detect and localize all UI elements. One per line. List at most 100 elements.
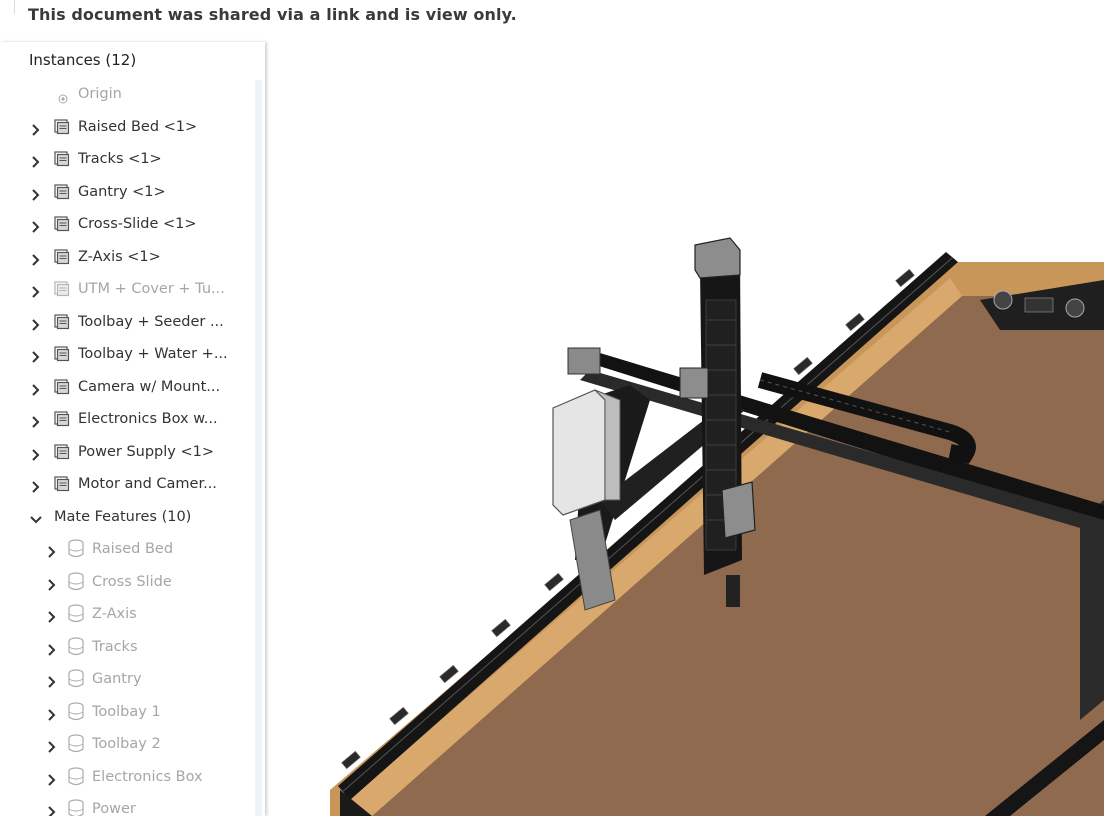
z-axis-motor <box>694 237 741 279</box>
mate-connector-icon <box>67 636 85 657</box>
tree-item-label: Raised Bed <box>92 541 174 557</box>
tree-item-label: Power <box>92 801 136 816</box>
tree-item-mate[interactable]: Power <box>0 794 255 816</box>
chevron-right-icon[interactable] <box>30 251 42 266</box>
tree-item-label: Toolbay + Seeder ... <box>78 313 224 330</box>
chevron-right-icon[interactable] <box>30 153 42 168</box>
tree-item-label: Toolbay + Water +... <box>78 346 228 362</box>
mate-connector-icon <box>67 539 85 559</box>
tree-item-instance[interactable]: Tracks <1> <box>0 144 255 174</box>
tree-item-label: Toolbay 1 <box>92 703 161 720</box>
mate-features-label: Mate Features (10) <box>54 508 192 525</box>
part-icon <box>54 248 70 265</box>
chevron-right-icon[interactable] <box>46 641 58 656</box>
chevron-right-icon[interactable] <box>30 121 42 136</box>
tree-item-instance[interactable]: Camera w/ Mount... <box>0 372 255 402</box>
tree-item-label: UTM + Cover + Tu... <box>78 281 225 297</box>
tree-item-label: Gantry <1> <box>78 183 166 200</box>
tree-item-mate[interactable]: Z-Axis <box>0 599 255 629</box>
tree-item-mate[interactable]: Toolbay 2 <box>0 729 255 759</box>
gantry-motor-left <box>567 347 601 375</box>
instances-panel: Instances (12) Origin Raised Bed <1> Track… <box>0 42 265 816</box>
mate-connector-icon <box>67 571 85 592</box>
part-icon <box>54 118 70 135</box>
chevron-right-icon[interactable] <box>30 316 42 331</box>
tree-item-mate[interactable]: Tracks <box>0 632 255 662</box>
tree-item-instance[interactable]: Toolbay + Seeder ... <box>0 307 255 337</box>
chevron-right-icon[interactable] <box>46 771 58 786</box>
chevron-right-icon[interactable] <box>46 608 58 623</box>
view-only-message: This document was shared via a link and … <box>28 5 517 24</box>
chevron-right-icon[interactable] <box>46 576 58 591</box>
tree-item-label: Camera w/ Mount... <box>78 378 221 395</box>
part-icon <box>54 313 70 330</box>
tree-item-label: Tracks <box>92 638 138 655</box>
tree-item-instance[interactable]: Motor and Camer... <box>0 469 255 499</box>
part-icon <box>54 378 70 395</box>
tree-item-label: Origin <box>78 86 122 102</box>
chevron-right-icon[interactable] <box>46 706 58 721</box>
chevron-right-icon[interactable] <box>30 381 42 396</box>
part-icon <box>54 443 70 460</box>
chevron-right-icon[interactable] <box>30 348 42 363</box>
farmbot-model-render <box>330 237 1104 816</box>
tree-item-instance[interactable]: Electronics Box w... <box>0 404 255 434</box>
tree-item-instance[interactable]: Z-Axis <1> <box>0 242 255 272</box>
chevron-right-icon[interactable] <box>46 673 58 688</box>
tree-group-mate-features[interactable]: Mate Features (10) <box>0 502 255 532</box>
chevron-right-icon[interactable] <box>30 186 42 201</box>
part-icon <box>54 281 70 297</box>
tree-item-label: Motor and Camer... <box>78 476 217 492</box>
panel-scrollbar[interactable] <box>255 80 262 816</box>
chevron-down-icon[interactable] <box>30 511 42 523</box>
banner-corner <box>0 0 15 14</box>
tree-item-label: Raised Bed <1> <box>78 118 198 135</box>
mate-connector-icon <box>67 669 85 689</box>
tree-item-label: Toolbay 2 <box>92 736 161 752</box>
chevron-right-icon[interactable] <box>30 478 42 493</box>
tree-item-mate[interactable]: Electronics Box <box>0 762 255 792</box>
tree-item-label: Cross-Slide <1> <box>78 216 197 232</box>
mate-connector-icon <box>67 604 85 624</box>
instances-header: Instances (12) <box>29 51 137 69</box>
3d-viewport[interactable] <box>267 34 1104 816</box>
tree-item-instance[interactable]: Cross-Slide <1> <box>0 209 255 239</box>
tree-item-mate[interactable]: Gantry <box>0 664 255 694</box>
part-icon <box>54 216 70 232</box>
tree-item-instance[interactable]: Gantry <1> <box>0 177 255 207</box>
origin-icon <box>58 89 68 104</box>
part-icon <box>54 346 70 362</box>
chevron-right-icon[interactable] <box>30 446 42 461</box>
tree-item-label: Z-Axis <box>92 606 137 622</box>
part-icon <box>54 411 70 427</box>
tree-item-label: Electronics Box <box>92 768 203 785</box>
tree-item-instance[interactable]: Power Supply <1> <box>0 437 255 467</box>
chevron-right-icon[interactable] <box>46 738 58 753</box>
tree-item-instance[interactable]: Raised Bed <1> <box>0 112 255 142</box>
tree-item-instance[interactable]: UTM + Cover + Tu... <box>0 274 255 304</box>
mate-connector-icon <box>67 799 85 816</box>
part-icon <box>54 151 70 167</box>
view-only-banner: This document was shared via a link and … <box>0 0 1104 34</box>
tree-item-label: Electronics Box w... <box>78 411 218 427</box>
tree-item-label: Gantry <box>92 671 142 687</box>
gantry-enclosure <box>552 389 606 516</box>
chevron-right-icon[interactable] <box>46 803 58 816</box>
tree-item-instance[interactable]: Toolbay + Water +... <box>0 339 255 369</box>
tree-item-mate[interactable]: Cross Slide <box>0 567 255 597</box>
cross-slide-block <box>679 367 709 399</box>
mate-connector-icon <box>67 734 85 754</box>
mate-connector-icon <box>67 701 85 722</box>
chevron-right-icon[interactable] <box>30 218 42 233</box>
tree-item-origin[interactable]: Origin <box>0 79 255 109</box>
tree-item-mate[interactable]: Raised Bed <box>0 534 255 564</box>
mate-connector-icon <box>67 766 85 787</box>
tool-head <box>721 481 756 539</box>
tree-item-label: Z-Axis <1> <box>78 248 161 265</box>
tree-item-mate[interactable]: Toolbay 1 <box>0 697 255 727</box>
chevron-right-icon[interactable] <box>30 283 42 298</box>
tree-item-label: Tracks <1> <box>78 151 162 167</box>
tree-item-label: Cross Slide <box>92 573 172 590</box>
chevron-right-icon[interactable] <box>46 543 58 558</box>
chevron-right-icon[interactable] <box>30 413 42 428</box>
